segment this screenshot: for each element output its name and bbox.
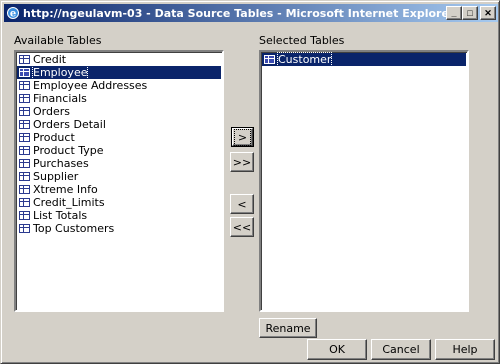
help-button[interactable]: Help <box>435 339 495 360</box>
list-item-label: Employee Addresses <box>33 79 148 92</box>
list-item[interactable]: Supplier <box>17 170 221 183</box>
table-icon <box>19 172 30 181</box>
table-icon <box>19 55 30 64</box>
dialog-window: e http://ngeulavm-03 - Data Source Table… <box>0 0 500 364</box>
list-item[interactable]: List Totals <box>17 209 221 222</box>
list-item-label: Orders Detail <box>33 118 106 131</box>
rename-button[interactable]: Rename <box>259 318 317 338</box>
list-item[interactable]: Financials <box>17 92 221 105</box>
list-item[interactable]: Top Customers <box>17 222 221 235</box>
maximize-button[interactable]: □ <box>462 6 478 20</box>
list-item[interactable]: Customer <box>262 52 466 67</box>
table-icon <box>19 120 30 129</box>
list-item-label: List Totals <box>33 209 88 222</box>
list-item-label: Top Customers <box>33 222 115 235</box>
list-item-label: Credit <box>33 53 67 66</box>
list-item[interactable]: Xtreme Info <box>17 183 221 196</box>
ok-button[interactable]: OK <box>307 339 367 360</box>
list-item[interactable]: Purchases <box>17 157 221 170</box>
list-item[interactable]: Credit_Limits <box>17 196 221 209</box>
list-item-label: Product Type <box>33 144 104 157</box>
table-icon <box>19 94 30 103</box>
ie-icon: e <box>6 6 20 20</box>
table-icon <box>19 81 30 90</box>
table-icon <box>19 68 30 77</box>
window-title: http://ngeulavm-03 - Data Source Tables … <box>23 6 455 20</box>
list-item-label: Supplier <box>33 170 79 183</box>
list-item[interactable]: Product <box>17 131 221 144</box>
table-icon <box>19 224 30 233</box>
list-item[interactable]: Product Type <box>17 144 221 157</box>
table-icon <box>19 133 30 142</box>
remove-all-tables-button[interactable]: << <box>230 217 254 237</box>
add-table-button[interactable]: > <box>231 127 254 147</box>
list-item-label: Credit_Limits <box>33 196 105 209</box>
table-icon <box>19 107 30 116</box>
cancel-button[interactable]: Cancel <box>371 339 431 360</box>
table-icon <box>19 146 30 155</box>
table-icon <box>19 159 30 168</box>
list-item[interactable]: Orders <box>17 105 221 118</box>
list-item-label: Employee <box>31 65 89 80</box>
available-tables-list[interactable]: Credit Employee Employee Addresses Financia… <box>14 50 224 312</box>
list-item[interactable]: Orders Detail <box>17 118 221 131</box>
close-button[interactable]: ✕ <box>480 6 496 20</box>
table-icon <box>19 211 30 220</box>
list-item-label: Financials <box>33 92 87 105</box>
minimize-button[interactable]: _ <box>446 6 462 20</box>
available-tables-label: Available Tables <box>14 34 102 47</box>
list-item-label: Customer <box>276 52 333 67</box>
list-item-label: Xtreme Info <box>33 183 98 196</box>
remove-table-button[interactable]: < <box>230 194 254 214</box>
table-icon <box>19 185 30 194</box>
list-item-label: Purchases <box>33 157 89 170</box>
list-item-label: Product <box>33 131 75 144</box>
selected-tables-label: Selected Tables <box>259 34 345 47</box>
add-all-tables-button[interactable]: >> <box>230 152 254 172</box>
list-item[interactable]: Employee Addresses <box>17 79 221 92</box>
table-icon <box>264 55 275 64</box>
list-item[interactable]: Employee <box>17 65 221 80</box>
title-bar[interactable]: e http://ngeulavm-03 - Data Source Table… <box>4 4 498 22</box>
svg-text:e: e <box>10 9 16 20</box>
add-table-label: > <box>233 128 252 146</box>
list-item-label: Orders <box>33 105 70 118</box>
table-icon <box>19 198 30 207</box>
selected-tables-list[interactable]: Customer <box>259 50 469 312</box>
list-item[interactable]: Credit <box>17 53 221 66</box>
